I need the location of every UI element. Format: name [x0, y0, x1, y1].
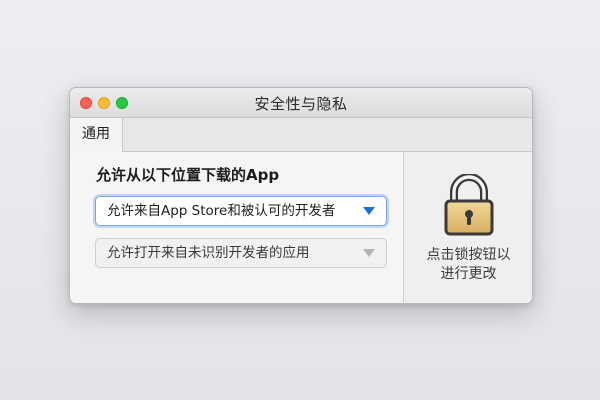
lock-panel[interactable]: 点击锁按钮以 进行更改 — [403, 152, 532, 303]
general-panel: 允许从以下位置下载的App 允许来自App Store和被认可的开发者 允许打开… — [70, 152, 402, 303]
dropdown-arrow-icon — [363, 207, 375, 215]
section-title: 允许从以下位置下载的App — [96, 166, 280, 184]
lock-text-line-2: 进行更改 — [440, 266, 497, 282]
security-privacy-window: 安全性与隐私 通用 允许从以下位置下载的App 允许来自App Store和被认… — [69, 87, 533, 304]
dropdown-disabled-value: 允许打开来自未识别开发者的应用 — [107, 245, 310, 261]
window-title: 安全性与隐私 — [254, 95, 348, 113]
unidentified-developer-dropdown: 允许打开来自未识别开发者的应用 — [95, 238, 387, 268]
tab-general[interactable]: 通用 — [70, 118, 123, 152]
title-bar: 安全性与隐私 — [70, 88, 532, 118]
lock-text-line-1: 点击锁按钮以 — [426, 247, 511, 263]
tab-bar: 通用 — [70, 118, 532, 152]
dropdown-selected-value: 允许来自App Store和被认可的开发者 — [107, 203, 336, 219]
dropdown-arrow-icon — [363, 249, 375, 257]
lock-icon[interactable] — [443, 174, 495, 236]
download-source-dropdown[interactable]: 允许来自App Store和被认可的开发者 — [95, 196, 387, 226]
lock-instruction: 点击锁按钮以 进行更改 — [404, 246, 532, 284]
